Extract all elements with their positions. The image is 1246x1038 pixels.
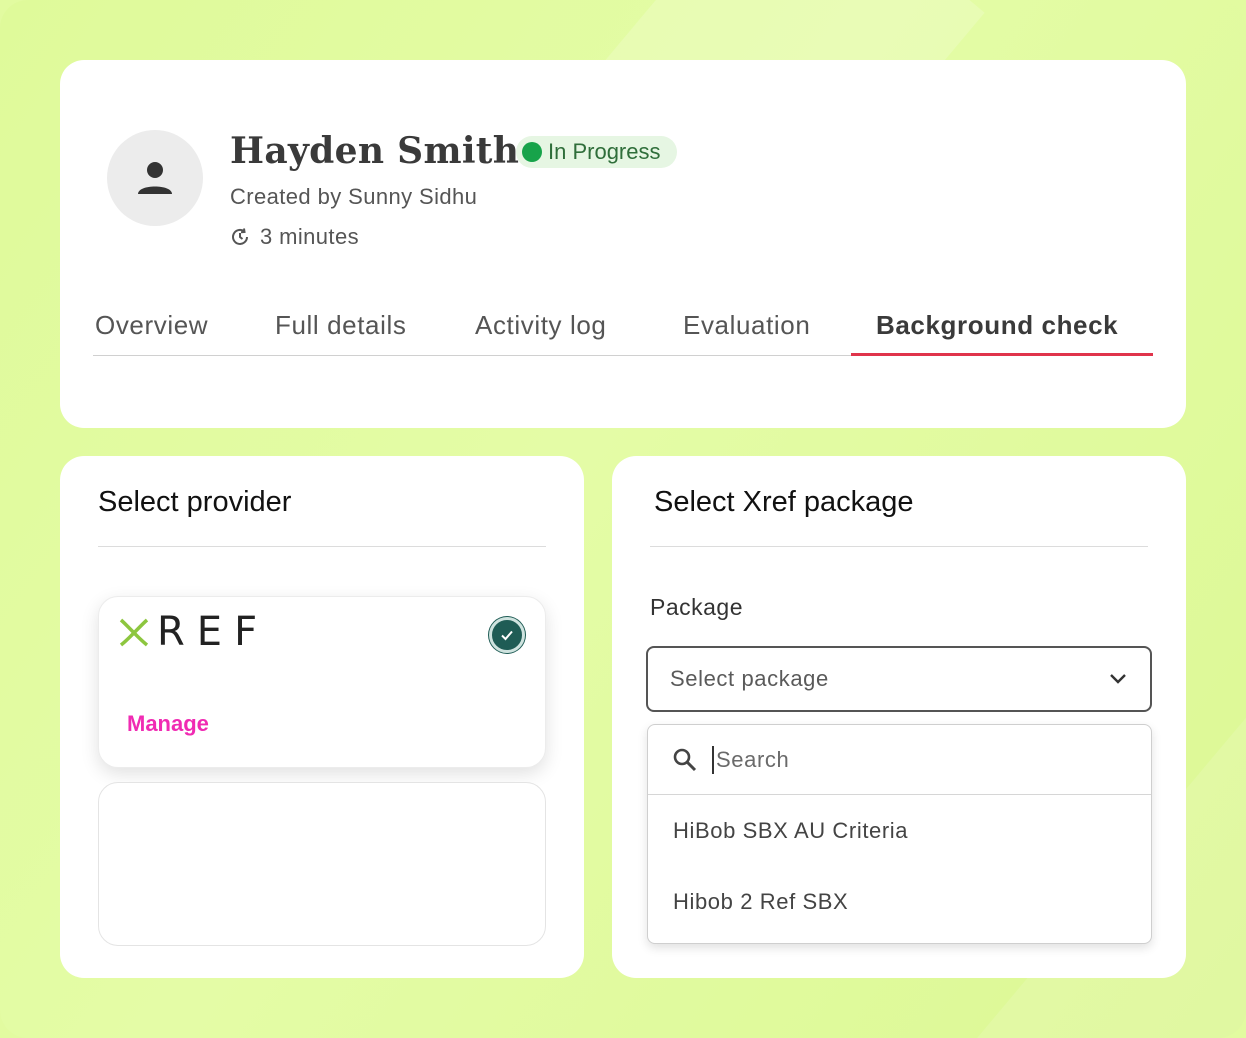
duration-text: 3 minutes — [260, 224, 359, 249]
search-row — [648, 725, 1151, 795]
candidate-header-card: Hayden Smith In Progress Created by Sunn… — [60, 60, 1186, 428]
package-select-value: Select package — [670, 666, 829, 691]
package-select[interactable]: Select package — [646, 646, 1152, 712]
select-package-title: Select Xref package — [654, 486, 914, 518]
clock-icon — [232, 228, 248, 245]
xref-mark-icon — [119, 618, 149, 647]
provider-option-xref[interactable]: REF Manage — [98, 596, 546, 768]
tab-full-details[interactable]: Full details — [275, 310, 406, 356]
tab-activity-log[interactable]: Activity log — [475, 310, 606, 356]
package-option[interactable]: Hibob 2 Ref SBX — [648, 866, 1151, 937]
avatar — [107, 130, 203, 226]
tab-overview[interactable]: Overview — [95, 310, 208, 356]
package-option[interactable]: HiBob SBX AU Criteria — [648, 795, 1151, 866]
manage-link[interactable]: Manage — [127, 711, 209, 737]
xref-logo-text: REF — [157, 609, 270, 655]
status-badge: In Progress — [516, 136, 677, 168]
divider — [98, 546, 546, 547]
duration: 3 minutes — [230, 224, 359, 250]
select-package-card: Select Xref package Package Select packa… — [612, 456, 1186, 978]
search-input[interactable] — [712, 745, 1112, 774]
select-provider-card: Select provider REF Manage — [60, 456, 584, 978]
active-tab-indicator — [851, 353, 1153, 356]
package-label: Package — [650, 594, 744, 620]
person-icon — [138, 162, 172, 194]
divider — [650, 546, 1148, 547]
tab-bar: Overview Full details Activity log Evalu… — [93, 310, 1153, 356]
provider-option-empty[interactable] — [98, 782, 546, 946]
created-by: Created by Sunny Sidhu — [230, 184, 478, 209]
package-dropdown: HiBob SBX AU Criteria Hibob 2 Ref SBX — [647, 724, 1152, 944]
tab-background-check[interactable]: Background check — [876, 310, 1118, 356]
candidate-name: Hayden Smith — [230, 130, 520, 172]
tab-evaluation[interactable]: Evaluation — [683, 310, 810, 356]
check-circle-icon — [489, 617, 525, 653]
xref-logo: REF — [119, 609, 269, 655]
status-label: In Progress — [548, 139, 661, 164]
select-provider-title: Select provider — [98, 486, 292, 518]
status-dot — [522, 142, 542, 162]
search-icon — [673, 748, 697, 771]
chevron-down-icon — [1110, 674, 1126, 684]
